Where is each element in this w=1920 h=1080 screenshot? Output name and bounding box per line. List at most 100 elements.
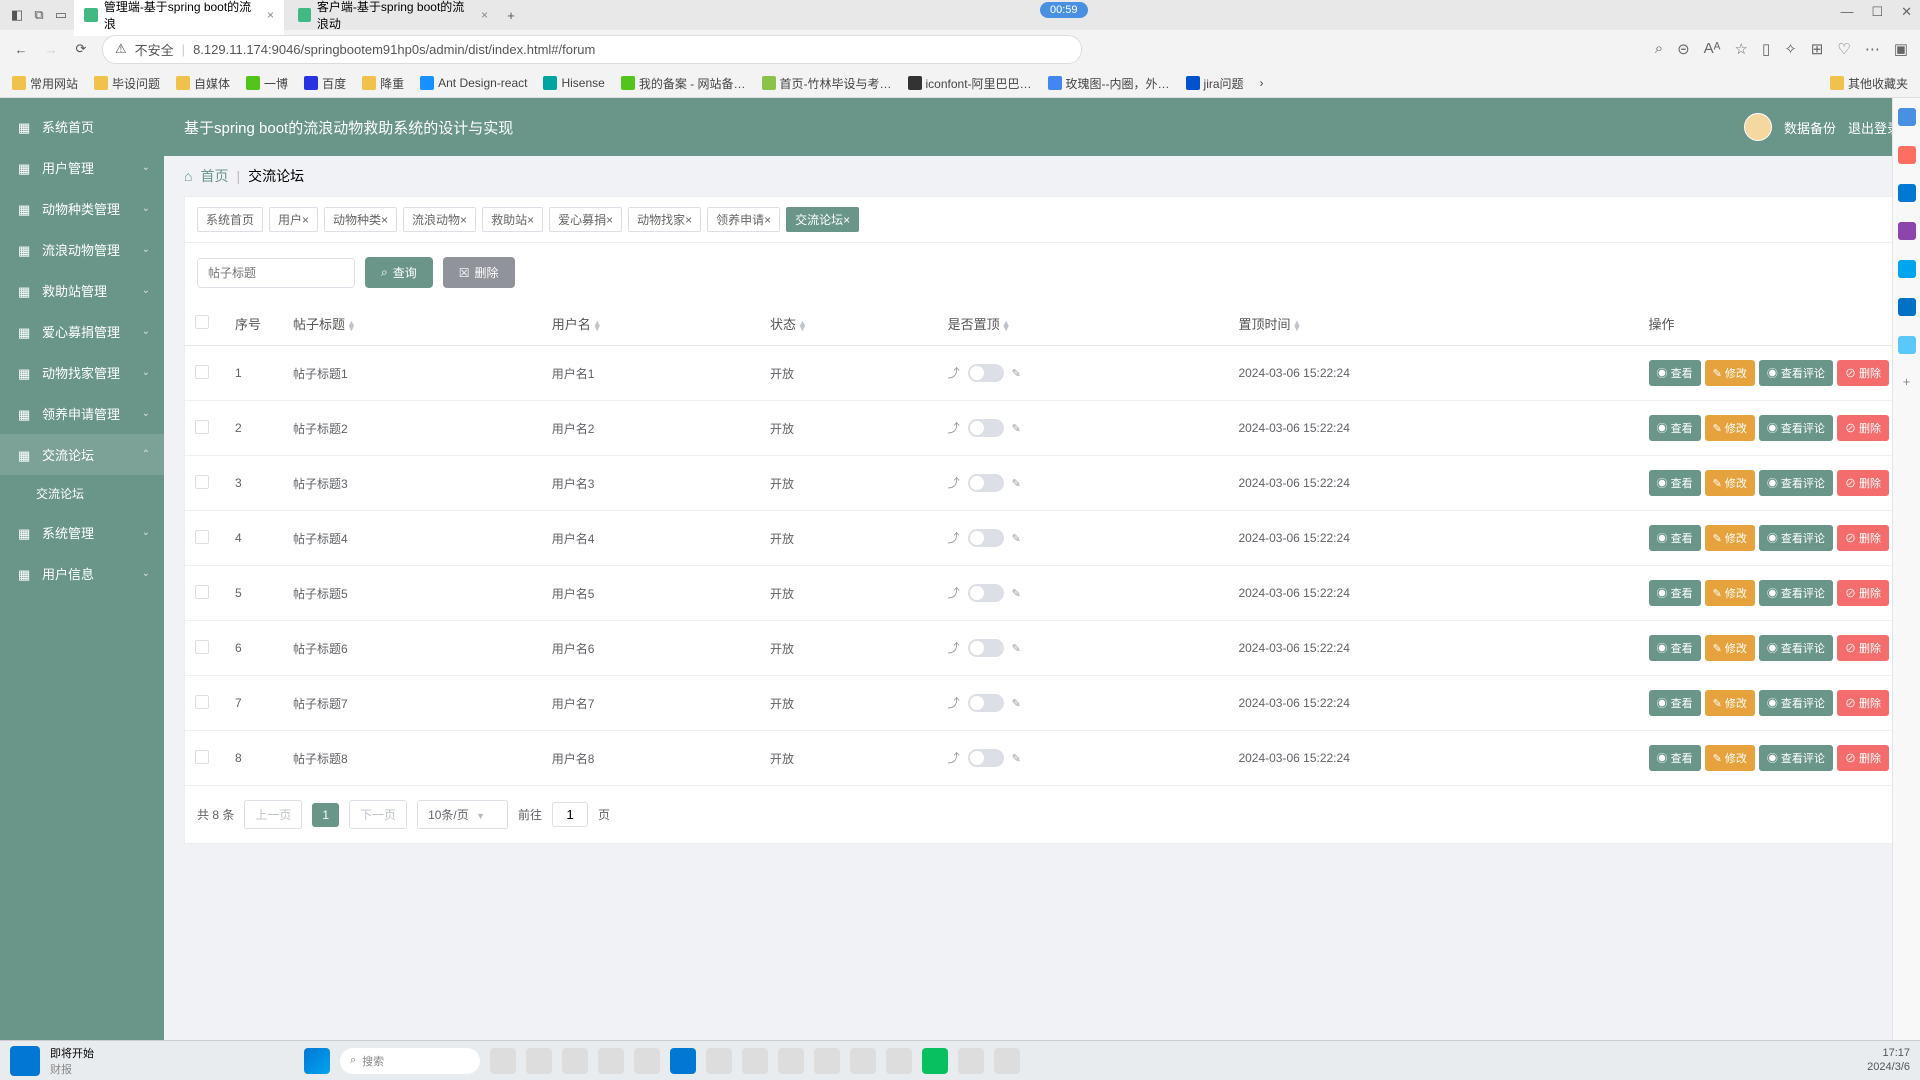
edit-button[interactable]: ✎ 修改: [1705, 745, 1755, 771]
select-all-checkbox[interactable]: [195, 315, 209, 329]
row-checkbox[interactable]: [195, 640, 209, 654]
edit-icon[interactable]: ✎: [1012, 588, 1021, 600]
row-checkbox[interactable]: [195, 585, 209, 599]
taskbar-search[interactable]: ⌕搜索: [340, 1048, 480, 1074]
send-rail-icon[interactable]: [1898, 336, 1916, 354]
edit-button[interactable]: ✎ 修改: [1705, 525, 1755, 551]
bookmark[interactable]: 毕设问题: [94, 75, 160, 92]
bookmark[interactable]: 一博: [246, 75, 288, 92]
pin-toggle[interactable]: [968, 584, 1004, 602]
prev-page-button[interactable]: 上一页: [244, 800, 302, 829]
app-icon[interactable]: [742, 1048, 768, 1074]
share-icon[interactable]: ⤴: [948, 751, 960, 765]
bookmark-overflow-icon[interactable]: ›: [1260, 76, 1264, 90]
profile-icon[interactable]: ◧: [8, 6, 26, 24]
app-icon[interactable]: [814, 1048, 840, 1074]
back-icon[interactable]: ←: [12, 40, 30, 58]
pin-toggle[interactable]: [968, 694, 1004, 712]
share-icon[interactable]: ⤴: [948, 696, 960, 710]
page-tab[interactable]: 动物找家×: [628, 207, 701, 232]
bookmark[interactable]: 百度: [304, 75, 346, 92]
bookmark[interactable]: 自媒体: [176, 75, 230, 92]
collections-icon[interactable]: ✧: [1784, 40, 1797, 58]
pin-toggle[interactable]: [968, 474, 1004, 492]
row-checkbox[interactable]: [195, 750, 209, 764]
edit-button[interactable]: ✎ 修改: [1705, 635, 1755, 661]
comments-button[interactable]: ◉ 查看评论: [1759, 470, 1833, 496]
view-button[interactable]: ◉ 查看: [1649, 525, 1701, 551]
bookmark[interactable]: 我的备案 - 网站备…: [621, 75, 746, 92]
taskbar-clock[interactable]: 17:17 2024/3/6: [1867, 1047, 1910, 1073]
app-icon[interactable]: [994, 1048, 1020, 1074]
minimize-icon[interactable]: —: [1840, 4, 1853, 20]
sidebar-item[interactable]: ▦系统首页: [0, 106, 164, 147]
comments-button[interactable]: ◉ 查看评论: [1759, 525, 1833, 551]
page-tab[interactable]: 爱心募捐×: [549, 207, 622, 232]
share-icon[interactable]: ⤴: [948, 421, 960, 435]
extensions-icon[interactable]: ⊞: [1811, 40, 1824, 58]
lens-icon[interactable]: ⌕: [1655, 40, 1663, 58]
add-rail-icon[interactable]: +: [1903, 374, 1911, 389]
pin-toggle[interactable]: [968, 749, 1004, 767]
heart-icon[interactable]: ♡: [1837, 40, 1850, 58]
next-page-button[interactable]: 下一页: [349, 800, 407, 829]
maximize-icon[interactable]: ☐: [1871, 4, 1883, 20]
delete-row-button[interactable]: ⊘ 删除: [1837, 525, 1889, 551]
col-user[interactable]: 用户名▲▼: [542, 302, 760, 346]
shop-rail-icon[interactable]: [1898, 146, 1916, 164]
col-pinned[interactable]: 是否置顶▲▼: [938, 302, 1229, 346]
delete-row-button[interactable]: ⊘ 删除: [1837, 415, 1889, 441]
sidebar-item[interactable]: ▦用户管理⌄: [0, 147, 164, 188]
page-tab[interactable]: 领养申请×: [707, 207, 780, 232]
edit-button[interactable]: ✎ 修改: [1705, 415, 1755, 441]
view-button[interactable]: ◉ 查看: [1649, 415, 1701, 441]
outlook-rail-icon[interactable]: [1898, 298, 1916, 316]
delete-row-button[interactable]: ⊘ 删除: [1837, 635, 1889, 661]
sidebar-item[interactable]: ▦动物找家管理⌄: [0, 352, 164, 393]
app-icon[interactable]: [778, 1048, 804, 1074]
sidebar-item[interactable]: ▦爱心募捐管理⌄: [0, 311, 164, 352]
row-checkbox[interactable]: [195, 695, 209, 709]
bookmark[interactable]: jira问题: [1186, 75, 1244, 92]
share-icon[interactable]: ⤴: [948, 641, 960, 655]
workspace-icon[interactable]: ⧉: [30, 6, 48, 24]
delete-button[interactable]: ☒删除: [443, 257, 515, 288]
app-icon[interactable]: [850, 1048, 876, 1074]
other-bookmarks[interactable]: 其他收藏夹: [1830, 75, 1908, 92]
page-size-select[interactable]: 10条/页 ▼: [417, 800, 508, 829]
comments-button[interactable]: ◉ 查看评论: [1759, 360, 1833, 386]
url-input[interactable]: ⚠ 不安全 | 8.129.11.174:9046/springbootem91…: [102, 35, 1082, 64]
start-info-icon[interactable]: [10, 1046, 40, 1076]
bookmark[interactable]: 常用网站: [12, 75, 78, 92]
edit-button[interactable]: ✎ 修改: [1705, 470, 1755, 496]
sidebar-item[interactable]: ▦用户信息⌄: [0, 553, 164, 594]
search-input[interactable]: [197, 258, 355, 288]
pin-toggle[interactable]: [968, 639, 1004, 657]
page-tab[interactable]: 救助站×: [482, 207, 543, 232]
close-icon[interactable]: ✕: [1901, 4, 1912, 20]
col-time[interactable]: 置顶时间▲▼: [1228, 302, 1638, 346]
page-tab[interactable]: 系统首页: [197, 207, 263, 232]
text-size-icon[interactable]: Aᴬ: [1704, 40, 1721, 58]
share-icon[interactable]: ⤴: [948, 366, 960, 380]
delete-row-button[interactable]: ⊘ 删除: [1837, 360, 1889, 386]
row-checkbox[interactable]: [195, 475, 209, 489]
row-checkbox[interactable]: [195, 530, 209, 544]
sidebar-item[interactable]: ▦救助站管理⌄: [0, 270, 164, 311]
reload-icon[interactable]: ⟳: [72, 40, 90, 58]
comments-button[interactable]: ◉ 查看评论: [1759, 415, 1833, 441]
app-icon[interactable]: [598, 1048, 624, 1074]
zoom-icon[interactable]: ⊝: [1677, 40, 1690, 58]
edit-button[interactable]: ✎ 修改: [1705, 360, 1755, 386]
browser-tab[interactable]: 管理端-基于spring boot的流浪 ×: [74, 0, 284, 36]
edit-icon[interactable]: ✎: [1012, 368, 1021, 380]
comments-button[interactable]: ◉ 查看评论: [1759, 580, 1833, 606]
pin-toggle[interactable]: [968, 529, 1004, 547]
edit-icon[interactable]: ✎: [1012, 698, 1021, 710]
tab-close-icon[interactable]: ×: [481, 8, 488, 22]
app-icon[interactable]: [706, 1048, 732, 1074]
comments-button[interactable]: ◉ 查看评论: [1759, 690, 1833, 716]
sidebar-item[interactable]: ▦交流论坛⌃: [0, 434, 164, 475]
windows-start-icon[interactable]: [304, 1048, 330, 1074]
tabs-icon[interactable]: ▭: [52, 6, 70, 24]
